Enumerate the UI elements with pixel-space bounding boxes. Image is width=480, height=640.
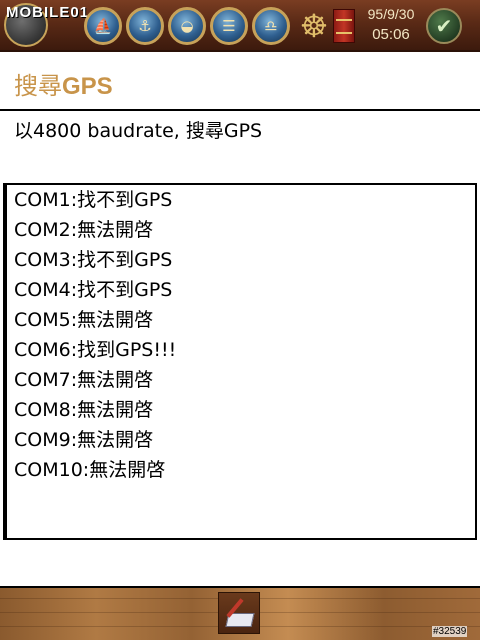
status-bar: MOBILE01 ⛵ ⚓ ◒ ☰ ♎ ☸ 95/9/30 05:06 ✔ [0, 0, 480, 52]
list-item: COM5:無法開啓 [14, 309, 154, 331]
watermark: #32539 [432, 626, 468, 637]
site-logo: MOBILE01 [6, 4, 90, 21]
clock[interactable]: 95/9/30 05:06 [360, 4, 422, 46]
helm-icon[interactable]: ☸ [296, 8, 332, 44]
status-time: 05:06 [372, 26, 410, 43]
compass-icon[interactable]: ☰ [210, 7, 248, 45]
status-date: 95/9/30 [367, 6, 415, 22]
ship-glyph: ⛵ [93, 17, 113, 35]
anchor-glyph: ⚓ [138, 17, 152, 35]
results-left-border [5, 185, 7, 538]
results-list[interactable]: COM1:找不到GPS COM2:無法開啓 COM3:找不到GPS COM4:找… [3, 183, 477, 540]
list-item: COM6:找到GPS!!! [14, 339, 177, 361]
title-prefix: 搜尋 [14, 72, 62, 100]
list-item: COM2:無法開啓 [14, 219, 154, 241]
title-bold: GPS [62, 73, 113, 100]
compass-glyph: ☰ [222, 17, 236, 35]
ok-button[interactable]: ✔ [426, 8, 462, 44]
list-item: COM1:找不到GPS [14, 189, 173, 211]
list-item: COM8:無法開啓 [14, 399, 154, 421]
search-description: 以4800 baudrate, 搜尋GPS [14, 120, 263, 142]
list-item: COM10:無法開啓 [14, 459, 166, 481]
book-icon[interactable] [333, 9, 355, 43]
anchor-icon[interactable]: ⚓ [126, 7, 164, 45]
input-panel-button[interactable] [218, 592, 260, 634]
list-item: COM3:找不到GPS [14, 249, 173, 271]
page-title: 搜尋GPS [14, 66, 113, 101]
list-item: COM7:無法開啓 [14, 369, 154, 391]
list-item: COM4:找不到GPS [14, 279, 173, 301]
bell-icon[interactable]: ♎ [252, 7, 290, 45]
list-item: COM9:無法開啓 [14, 429, 154, 451]
globe-icon[interactable]: ◒ [168, 7, 206, 45]
ship-icon[interactable]: ⛵ [84, 7, 122, 45]
bell-glyph: ♎ [264, 17, 278, 35]
globe-glyph: ◒ [180, 17, 194, 35]
title-divider [0, 109, 480, 111]
